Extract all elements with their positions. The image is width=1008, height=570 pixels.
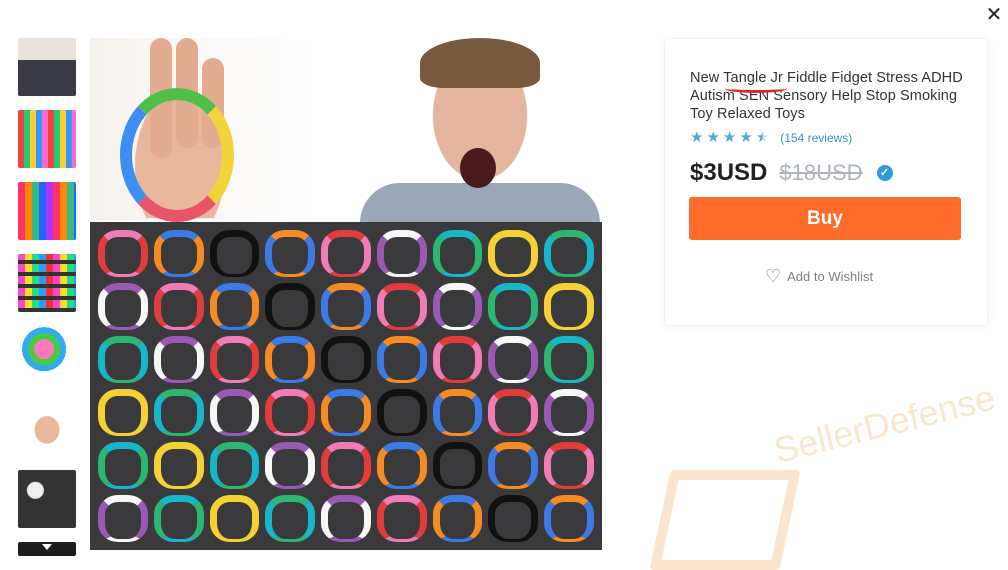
- thumbnail-2[interactable]: [18, 110, 76, 168]
- product-panel: New Tangle Jr Fiddle Fidget Stress ADHD …: [664, 38, 988, 326]
- tangle-toy: [488, 389, 539, 436]
- red-underline-annotation: [725, 84, 787, 93]
- tangle-toy: [209, 442, 260, 489]
- tangle-toy: [265, 442, 316, 489]
- tangle-toy: [321, 336, 371, 383]
- wishlist-label: Add to Wishlist: [787, 269, 874, 284]
- tangle-toy: [544, 495, 594, 542]
- hero-photo: [90, 38, 602, 223]
- tangle-toy: [265, 230, 316, 277]
- close-button[interactable]: ✕: [983, 4, 1005, 26]
- tangle-toy: [432, 389, 483, 436]
- tangle-toy: [98, 230, 148, 277]
- main-product-image: [90, 38, 602, 550]
- tangle-toy: [209, 283, 260, 330]
- star-icon: ★: [722, 129, 737, 146]
- tangle-toy: [98, 336, 148, 383]
- reviews-link[interactable]: (154 reviews): [780, 131, 852, 145]
- tangle-toy: [265, 283, 316, 330]
- half-star-icon: ★: [755, 129, 770, 146]
- toys-grid-photo: [90, 222, 602, 550]
- thumbnail-1[interactable]: [18, 38, 76, 96]
- tangle-toy: [153, 336, 204, 383]
- tangle-toy: [544, 283, 594, 330]
- watermark-text: SellerDefense: [769, 376, 1000, 472]
- thumbnail-7[interactable]: [18, 470, 76, 528]
- tangle-toy: [432, 230, 483, 277]
- tangle-toy: [98, 389, 148, 436]
- close-icon: ✕: [985, 4, 1003, 26]
- rating: ★ ★ ★ ★ ★ (154 reviews): [690, 130, 852, 146]
- thumbnail-strip: [18, 38, 78, 556]
- tangle-toy: [209, 495, 260, 542]
- tangle-toy: [321, 389, 371, 436]
- mouth-image: [460, 148, 496, 188]
- product-title: New Tangle Jr Fiddle Fidget Stress ADHD …: [690, 70, 963, 122]
- tangle-toy: [153, 495, 204, 542]
- tangle-toy: [544, 442, 594, 489]
- tangle-toy: [209, 389, 260, 436]
- tangle-toy: [376, 283, 427, 330]
- star-icon: ★: [690, 129, 704, 146]
- tangle-toy: [544, 336, 594, 383]
- thumbnail-5[interactable]: [18, 326, 76, 384]
- tangle-toy: [376, 495, 427, 542]
- star-icon: ★: [706, 129, 720, 146]
- buy-button[interactable]: Buy: [689, 197, 961, 240]
- current-price: $3USD: [690, 159, 768, 186]
- heart-icon: ♡: [765, 266, 782, 286]
- star-icon: ★: [739, 129, 753, 146]
- tangle-toy: [265, 495, 316, 542]
- tangle-toy: [376, 389, 427, 436]
- tangle-toy: [376, 230, 427, 277]
- tangle-toy: [488, 283, 539, 330]
- tangle-toy: [98, 495, 148, 542]
- hair-image: [420, 38, 540, 88]
- chevron-down-icon: [42, 544, 52, 550]
- tangle-toy: [432, 442, 483, 489]
- original-price: $18USD: [779, 160, 863, 185]
- tangle-toy: [153, 283, 204, 330]
- tangle-toy: [209, 230, 260, 277]
- tangle-toy: [488, 230, 539, 277]
- thumbnail-4[interactable]: [18, 254, 76, 312]
- tangle-toy: [432, 283, 483, 330]
- tangle-toy: [153, 389, 204, 436]
- tangle-toy: [153, 442, 204, 489]
- thumbnail-3[interactable]: [18, 182, 76, 240]
- watermark-logo: [649, 470, 801, 570]
- add-to-wishlist-button[interactable]: ♡ Add to Wishlist: [765, 266, 873, 287]
- tangle-toy: [376, 336, 427, 383]
- tangle-toy: [488, 442, 539, 489]
- tangle-toy: [265, 336, 316, 383]
- thumbnail-scroll-down[interactable]: [18, 542, 76, 556]
- tangle-toy: [488, 495, 539, 542]
- tangle-toy: [544, 230, 594, 277]
- tangle-toy: [265, 389, 316, 436]
- tangle-toy: [153, 230, 204, 277]
- tangle-toy: [321, 442, 371, 489]
- tangle-toy: [98, 283, 148, 330]
- tangle-toy: [376, 442, 427, 489]
- tangle-toy: [321, 230, 371, 277]
- tangle-toy: [209, 336, 260, 383]
- tangle-toy: [544, 389, 594, 436]
- tangle-toy: [488, 336, 539, 383]
- price-row: $3USD $18USD ✓: [690, 159, 893, 187]
- thumbnail-6[interactable]: [18, 398, 76, 456]
- verified-check-icon: ✓: [876, 165, 893, 181]
- tangle-toy: [432, 336, 483, 383]
- tangle-toy: [432, 495, 483, 542]
- tangle-toy: [321, 495, 371, 542]
- tangle-toy: [321, 283, 371, 330]
- tangle-toy-image: [120, 88, 234, 222]
- tangle-toy: [98, 442, 148, 489]
